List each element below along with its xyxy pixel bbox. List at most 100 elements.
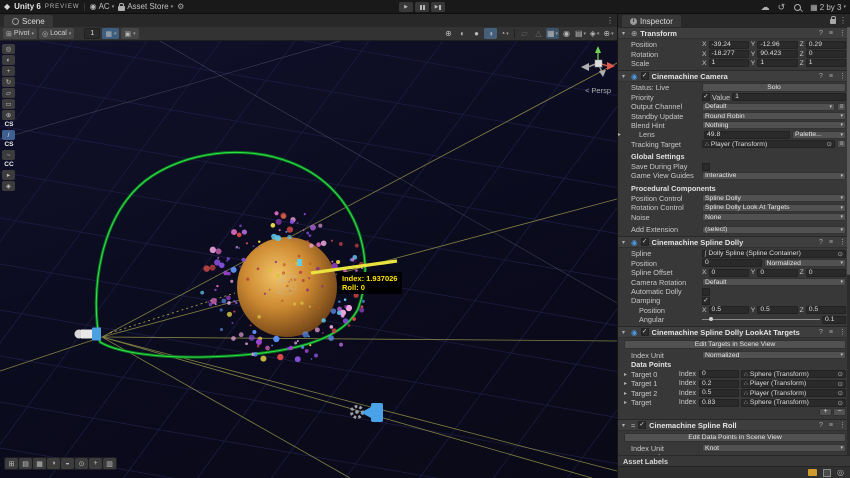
- tool-button[interactable]: ~: [2, 150, 15, 160]
- preset-icon[interactable]: ≡: [829, 30, 833, 37]
- y-field[interactable]: -12.96: [757, 41, 797, 49]
- asset-store-dropdown[interactable]: Asset Store ▾: [118, 2, 173, 11]
- z-field[interactable]: 0: [806, 269, 846, 277]
- foldout-icon[interactable]: ▾: [622, 239, 628, 246]
- overlay-tool-button[interactable]: ▤: [19, 458, 32, 469]
- overlay-tool-button[interactable]: ▥: [103, 458, 116, 469]
- tab-inspector[interactable]: i Inspector: [622, 15, 681, 27]
- scene-view-option-button[interactable]: ⊕▾: [602, 28, 615, 39]
- foldout-icon[interactable]: ▸: [624, 380, 629, 387]
- y-field[interactable]: 1: [757, 59, 797, 67]
- object-reference-field[interactable]: ∴Player (Transform)⊙: [741, 389, 846, 397]
- component-header[interactable]: ▾◉✓Cinemachine Spline Dolly?≡⋮: [618, 236, 850, 248]
- z-field[interactable]: 0.5: [806, 306, 846, 314]
- x-field[interactable]: 1: [709, 59, 749, 67]
- tool-button[interactable]: ◎: [2, 44, 15, 54]
- orientation-gizmo[interactable]: [581, 46, 615, 77]
- scene-view-option-button[interactable]: ▦▾: [546, 28, 559, 39]
- scene-view-option-button[interactable]: ◈▾: [588, 28, 601, 39]
- object-reference-field[interactable]: ∴Sphere (Transform)⊙: [741, 370, 846, 378]
- help-icon[interactable]: ?: [819, 329, 823, 336]
- remove-button[interactable]: −: [833, 408, 846, 416]
- overlay-tool-button[interactable]: ◑: [47, 458, 60, 469]
- grid-snap-dropdown[interactable]: ▦ ▾: [102, 28, 119, 39]
- overlay-tool-button[interactable]: ▦: [33, 458, 46, 469]
- foldout-icon[interactable]: ▸: [624, 390, 629, 397]
- object-picker-icon[interactable]: ⊙: [838, 250, 843, 258]
- kebab-menu-icon[interactable]: ⋮: [839, 238, 846, 246]
- solo-button[interactable]: Solo: [702, 83, 846, 92]
- z-field[interactable]: 1: [806, 59, 846, 67]
- dropdown[interactable]: Normalized▾: [764, 259, 846, 267]
- object-picker-icon[interactable]: ⊙: [827, 140, 832, 148]
- overlay-tool-button[interactable]: ◒: [61, 458, 74, 469]
- object-reference-field[interactable]: ∴Player (Transform)⊙: [741, 380, 846, 388]
- value-field[interactable]: 49.8: [704, 131, 790, 139]
- y-field[interactable]: 0.5: [757, 306, 797, 314]
- help-icon[interactable]: ?: [819, 73, 823, 80]
- z-field[interactable]: 0.29: [806, 41, 846, 49]
- foldout-icon[interactable]: ▾: [622, 329, 628, 336]
- object-picker-icon[interactable]: ⊙: [838, 389, 843, 397]
- value-field[interactable]: 0: [702, 259, 762, 267]
- y-field[interactable]: 0: [757, 269, 797, 277]
- kebab-menu-icon[interactable]: ⋮: [839, 328, 846, 336]
- x-field[interactable]: 0: [709, 269, 749, 277]
- snap-increment-field[interactable]: 1: [84, 28, 100, 39]
- enable-checkbox[interactable]: ✓: [641, 72, 649, 80]
- tool-button[interactable]: ▸: [2, 170, 15, 180]
- preset-icon[interactable]: ≡: [829, 422, 833, 429]
- dropdown[interactable]: Spline Dolly Look At Targets▾: [702, 204, 846, 212]
- scene-view-option-button[interactable]: ▤▾: [574, 28, 587, 39]
- gizmo-center-cube[interactable]: [595, 60, 602, 67]
- x-axis-cone[interactable]: [607, 62, 615, 70]
- inspector-menu-icon[interactable]: ⋮: [839, 16, 847, 25]
- property-checkbox[interactable]: [702, 288, 710, 296]
- help-icon[interactable]: ?: [819, 239, 823, 246]
- object-picker-icon[interactable]: ⊙: [838, 399, 843, 407]
- layout-dropdown[interactable]: ▦ 2 by 3 ▾: [810, 3, 846, 12]
- object-reference-field[interactable]: ∴Sphere (Transform)⊙: [741, 399, 846, 407]
- gray-axis-cone[interactable]: [581, 63, 589, 71]
- asset-bundle-icon[interactable]: [808, 469, 817, 476]
- tool-button[interactable]: ◐: [2, 55, 15, 65]
- account-dropdown[interactable]: ◉ AC ▾: [90, 2, 115, 11]
- tool-button[interactable]: +: [2, 66, 15, 76]
- tab-scene[interactable]: Scene: [4, 15, 53, 27]
- index-field[interactable]: 0.83: [699, 399, 739, 407]
- virtual-camera-gizmo[interactable]: [75, 328, 102, 341]
- overlay-tool-button[interactable]: ⊙: [75, 458, 88, 469]
- enable-checkbox[interactable]: ✓: [641, 238, 649, 246]
- enable-checkbox[interactable]: ✓: [641, 328, 649, 336]
- enable-checkbox[interactable]: ✓: [638, 421, 646, 429]
- gray-axis-cone-2[interactable]: [599, 70, 606, 77]
- scene-view-option-button[interactable]: ⊕: [442, 28, 455, 39]
- y-field[interactable]: 90.423: [757, 50, 797, 58]
- property-checkbox[interactable]: [702, 163, 710, 171]
- save-icon[interactable]: [823, 469, 831, 477]
- foldout-icon[interactable]: ▾: [622, 30, 628, 37]
- rotation-mode-dropdown[interactable]: ◎ Local ▾: [39, 28, 74, 39]
- tool-snap-dropdown[interactable]: ▣ ▾: [121, 28, 138, 39]
- dropdown[interactable]: Normalized▾: [702, 351, 846, 359]
- foldout-icon[interactable]: ▸: [624, 371, 629, 378]
- asset-labels-section[interactable]: Asset Labels: [618, 455, 850, 466]
- slider[interactable]: [702, 316, 820, 324]
- dropdown[interactable]: Interactive▾: [702, 172, 846, 180]
- preset-icon[interactable]: ≡: [829, 73, 833, 80]
- scene-canvas[interactable]: [0, 41, 617, 478]
- dropdown[interactable]: Knot▾: [702, 444, 846, 452]
- tool-button[interactable]: ↻: [2, 77, 15, 87]
- dropdown[interactable]: Spline Dolly▾: [702, 194, 846, 202]
- tool-button[interactable]: ▭: [2, 99, 15, 109]
- step-button[interactable]: ▶: [431, 2, 445, 12]
- help-icon[interactable]: ?: [819, 422, 823, 429]
- foldout-icon[interactable]: ▾: [622, 73, 628, 80]
- priority-checkbox[interactable]: ✓: [702, 93, 710, 101]
- play-button[interactable]: ▶: [399, 2, 413, 12]
- pivot-mode-dropdown[interactable]: ⊞ Pivot ▾: [3, 28, 37, 39]
- kebab-menu-icon[interactable]: ⋮: [839, 421, 846, 429]
- kebab-menu-icon[interactable]: ⋮: [839, 29, 846, 37]
- object-reference-field[interactable]: ʃDolly Spline (Spline Container)⊙: [702, 250, 846, 258]
- slider-knob[interactable]: [709, 317, 713, 321]
